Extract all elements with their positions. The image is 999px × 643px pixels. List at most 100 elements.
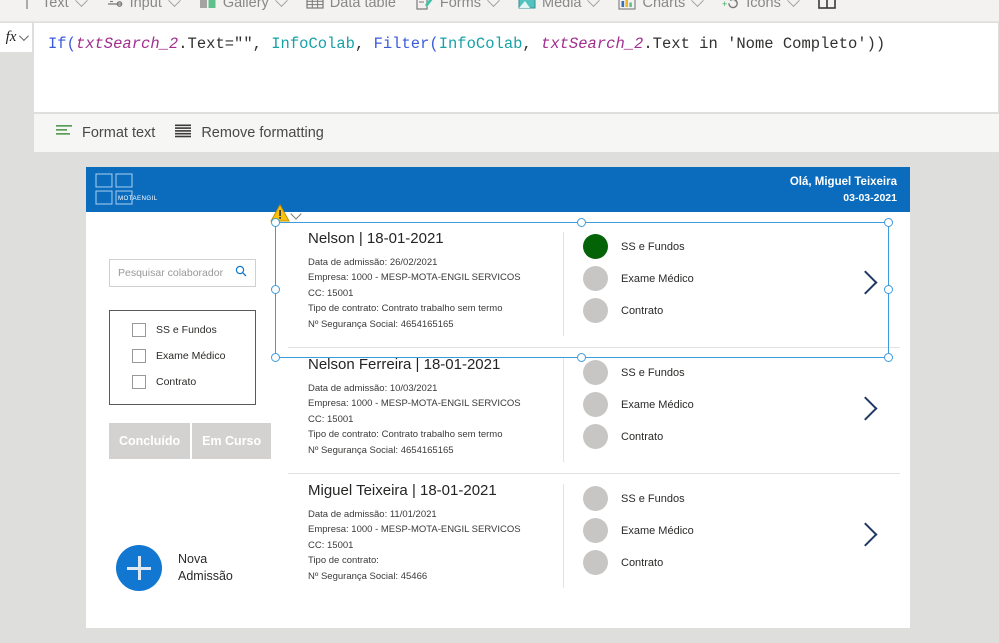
remove-formatting-button[interactable]: Remove formatting: [175, 124, 324, 142]
ribbon-item-layout[interactable]: [808, 0, 846, 21]
new-admission-button[interactable]: Nova Admissão: [116, 545, 233, 591]
formula-token: Filter(: [373, 35, 439, 53]
checkbox-row[interactable]: Contrato: [132, 375, 255, 389]
chevron-down-icon: [487, 0, 500, 7]
gallery-item-detail: Nº Segurança Social: 4654165165: [308, 444, 454, 456]
ribbon-item-label: Charts: [642, 0, 686, 11]
gallery-item-statuses: SS e Fundos Exame Médico Contrato: [563, 474, 823, 600]
search-input[interactable]: Pesquisar colaborador: [109, 259, 256, 287]
ribbon-item-label: Gallery: [222, 0, 269, 11]
gallery-item-detail: Data de admissão: 26/02/2021: [308, 257, 438, 268]
format-text-button[interactable]: Format text: [56, 124, 155, 142]
status-row: SS e Fundos: [583, 234, 823, 259]
ribbon-item-icons[interactable]: + Icons: [712, 0, 808, 21]
gallery-item-divider: [563, 358, 564, 462]
status-row: Contrato: [583, 424, 823, 449]
header-date: 03-03-2021: [843, 191, 897, 204]
gallery-item-info: Nelson | 18-01-2021 Data de admissão: 26/…: [288, 222, 563, 348]
formula-token: InfoColab: [271, 35, 355, 53]
ribbon-item-label: Forms: [439, 0, 481, 11]
checkbox-label: SS e Fundos: [156, 324, 217, 336]
format-text-icon: [56, 124, 73, 142]
ribbon-item-label: Input: [129, 0, 162, 11]
status-row: Contrato: [583, 298, 823, 323]
gallery-item-detail: Empresa: 1000 - MESP-MOTA-ENGIL SERVICOS: [308, 398, 521, 410]
plus-icon[interactable]: [116, 545, 162, 591]
employee-gallery[interactable]: Nelson | 18-01-2021 Data de admissão: 26/…: [288, 222, 900, 622]
new-admission-line2: Admissão: [178, 569, 233, 583]
segment-button-em-curso[interactable]: Em Curso: [192, 423, 272, 459]
gallery-item-detail: Tipo de contrato: Contrato trabalho sem …: [308, 303, 503, 315]
insert-ribbon[interactable]: Text Input Gallery Data table Forms Media Char…: [0, 0, 999, 22]
gallery-item-name: Nelson | 18-01-2021: [308, 230, 444, 247]
checkbox-row[interactable]: SS e Fundos: [132, 323, 255, 337]
forms-icon: [416, 0, 434, 12]
user-greeting: Olá, Miguel Teixeira 03-03-2021: [790, 174, 897, 206]
gallery-item-statuses: SS e Fundos Exame Médico Contrato: [563, 222, 823, 348]
format-text-label: Format text: [82, 125, 156, 141]
status-label: SS e Fundos: [621, 366, 685, 379]
gallery-item-statuses: SS e Fundos Exame Médico Contrato: [563, 348, 823, 474]
status-segment-buttons[interactable]: Concluído Em Curso: [109, 423, 272, 459]
data-table-icon: [306, 0, 324, 12]
status-dot-pending: [583, 266, 608, 291]
gallery-item-detail: CC: 15001: [308, 539, 354, 551]
checkbox-2[interactable]: [132, 375, 146, 389]
warning-triangle-icon[interactable]: [270, 203, 290, 222]
checkbox-row[interactable]: Exame Médico: [132, 349, 255, 363]
checkbox-1[interactable]: [132, 349, 146, 363]
status-label: Contrato: [621, 304, 664, 317]
gallery-icon: [199, 0, 217, 12]
chevron-right-icon[interactable]: [853, 396, 878, 421]
segment-button-concluído[interactable]: Concluído: [109, 423, 191, 459]
ribbon-item-input[interactable]: Input: [96, 0, 189, 21]
input-icon: [106, 0, 124, 12]
status-label: Contrato: [621, 556, 664, 569]
ribbon-item-forms[interactable]: Forms: [406, 0, 508, 21]
chevron-down-icon: [587, 0, 601, 7]
ribbon-item-charts[interactable]: Charts: [608, 0, 712, 21]
chevron-right-icon[interactable]: [853, 522, 878, 547]
gallery-item-divider: [563, 484, 564, 588]
status-label: Exame Médico: [621, 398, 694, 411]
status-dot-pending: [583, 550, 608, 575]
app-canvas[interactable]: MOTAENGIL Olá, Miguel Teixeira 03-03-202…: [86, 167, 910, 628]
motaengil-logo: MOTAENGIL: [94, 173, 194, 206]
ribbon-item-gallery[interactable]: Gallery: [189, 0, 296, 21]
search-icon[interactable]: [235, 264, 247, 282]
ribbon-item-text[interactable]: Text: [8, 0, 96, 21]
ribbon-item-media[interactable]: Media: [508, 0, 609, 21]
gallery-item-name: Nelson Ferreira | 18-01-2021: [308, 356, 501, 373]
text-icon: [18, 0, 36, 12]
gallery-item[interactable]: Miguel Teixeira | 18-01-2021 Data de admi…: [288, 474, 900, 600]
gallery-item[interactable]: Nelson Ferreira | 18-01-2021 Data de admi…: [288, 348, 900, 474]
chevron-right-icon[interactable]: [853, 270, 878, 295]
formula-function-button[interactable]: fx: [0, 23, 33, 53]
chevron-down-icon: [691, 0, 705, 7]
format-toolbar: Format text Remove formatting: [34, 114, 999, 153]
gallery-item[interactable]: Nelson | 18-01-2021 Data de admissão: 26/…: [288, 222, 900, 348]
gallery-item-detail: Data de admissão: 10/03/2021: [308, 383, 438, 394]
checkbox-label: Exame Médico: [156, 350, 226, 362]
chevron-down-icon: [274, 0, 288, 7]
formula-bar[interactable]: If(txtSearch_2.Text="", InfoColab, Filte…: [34, 23, 999, 113]
status-row: Exame Médico: [583, 266, 823, 291]
gallery-item-detail: Nº Segurança Social: 4654165165: [308, 318, 454, 330]
status-label: SS e Fundos: [621, 492, 685, 505]
chevron-down-icon: [74, 0, 88, 7]
chevron-down-icon: [787, 0, 800, 7]
gallery-item-detail: CC: 15001: [308, 413, 354, 425]
remove-formatting-icon: [175, 124, 192, 142]
status-dot-pending: [583, 486, 608, 511]
gallery-item-info: Miguel Teixeira | 18-01-2021 Data de admi…: [288, 474, 563, 600]
ribbon-item-data-table[interactable]: Data table: [296, 0, 406, 21]
gallery-item-detail: Empresa: 1000 - MESP-MOTA-ENGIL SERVICOS: [308, 272, 521, 284]
formula-input[interactable]: If(txtSearch_2.Text="", InfoColab, Filte…: [48, 35, 988, 54]
status-filter-checkbox-group[interactable]: SS e Fundos Exame Médico Contrato: [109, 310, 256, 405]
new-admission-line1: Nova: [178, 552, 208, 567]
checkbox-0[interactable]: [132, 323, 146, 337]
greeting-text: Olá, Miguel Teixeira: [789, 176, 897, 188]
formula-token: .Text in 'Nome Completo')): [643, 35, 886, 53]
status-label: Contrato: [621, 430, 664, 443]
status-dot-pending: [583, 298, 608, 323]
